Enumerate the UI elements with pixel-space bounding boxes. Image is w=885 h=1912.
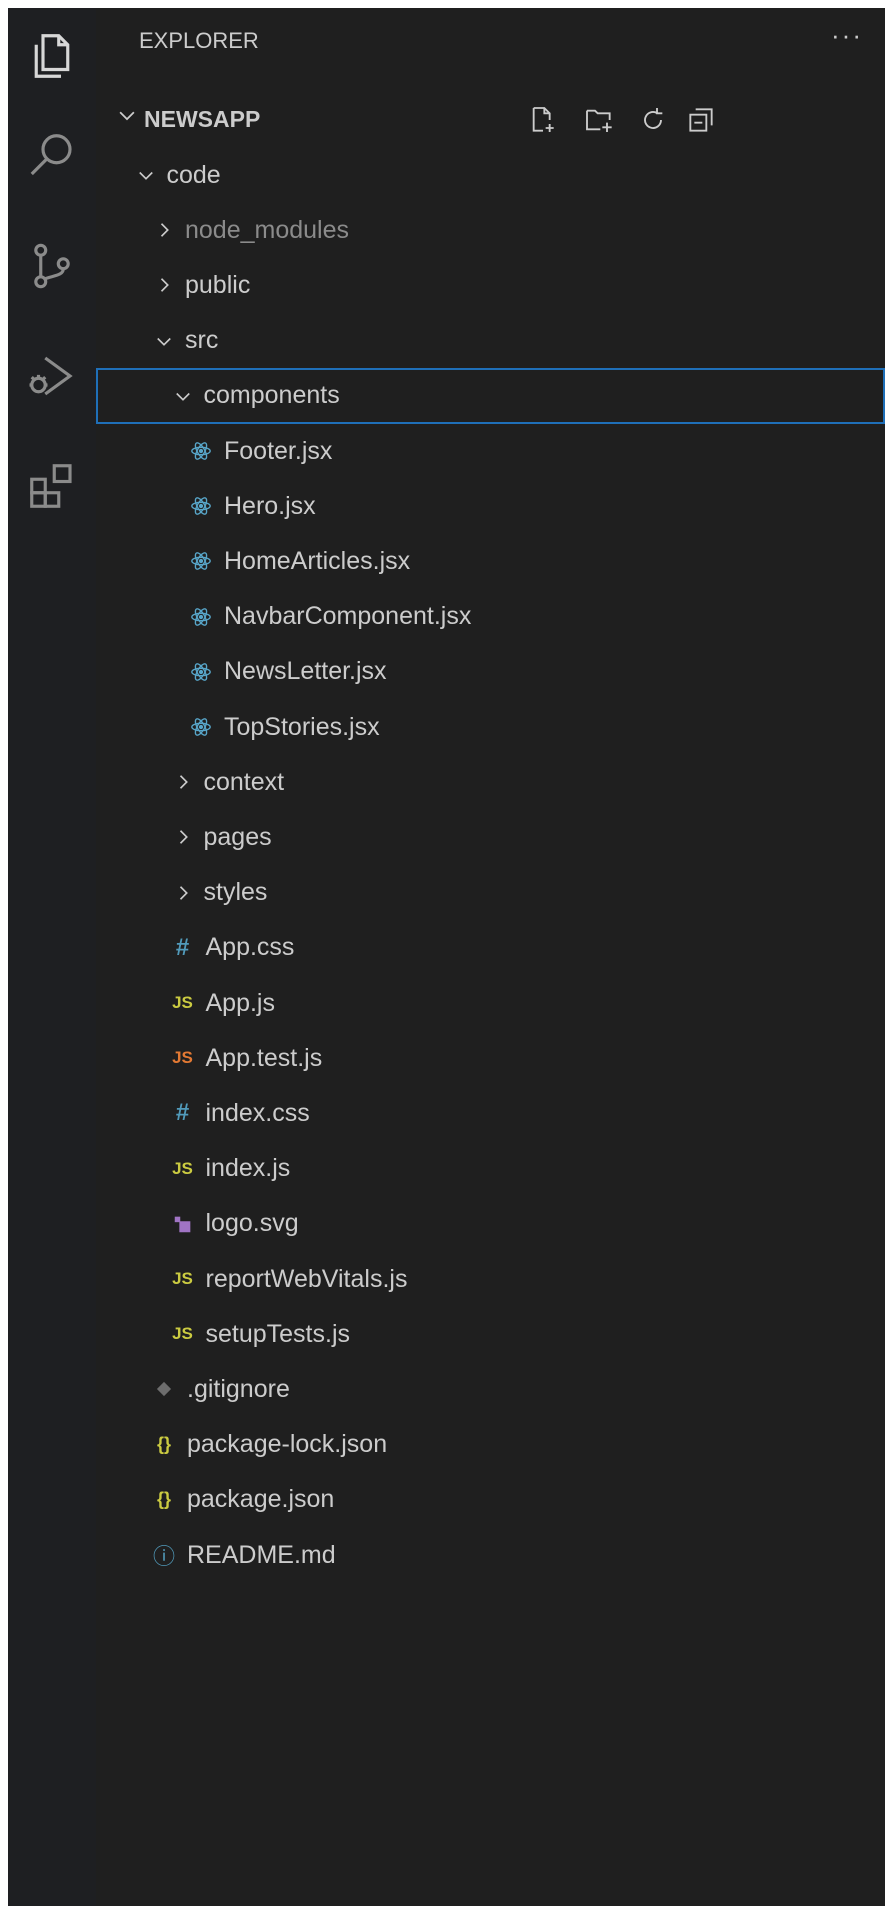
tree-item-label: package-lock.json [187, 1430, 388, 1459]
css-file-icon: # [175, 933, 190, 961]
tree-item-label: Hero.jsx [224, 491, 316, 520]
collapse-all-icon[interactable] [681, 100, 721, 140]
tree-item-label: index.js [205, 1154, 291, 1183]
tree-item-label: App.test.js [205, 1043, 323, 1072]
chevron-down-icon [135, 164, 157, 186]
vscode-window: EXPLORER ··· NEWSAPP code node_modulespub… [8, 8, 885, 1906]
file-row[interactable]: HomeArticles.jsx [96, 533, 885, 589]
file-row[interactable]: JS reportWebVitals.js [96, 1251, 885, 1307]
new-file-icon[interactable] [523, 100, 563, 140]
file-row[interactable]: NewsLetter.jsx [96, 644, 885, 700]
tree-item-label: App.js [205, 988, 275, 1017]
file-row[interactable]: JS setupTests.js [96, 1306, 885, 1362]
file-row[interactable]: {} package.json [96, 1472, 885, 1528]
react-file-icon [190, 495, 212, 517]
js-file-icon: JS [172, 1269, 193, 1288]
workspace-title: NEWSAPP [144, 106, 261, 132]
file-row[interactable]: NavbarComponent.jsx [96, 589, 885, 645]
js-file-icon: JS [172, 1324, 193, 1344]
files-icon[interactable] [8, 12, 96, 100]
file-row[interactable]: logo.svg [96, 1196, 885, 1252]
file-row[interactable]: # index.css [96, 1085, 885, 1141]
new-folder-icon[interactable] [579, 100, 619, 140]
tree-item-label: NewsLetter.jsx [224, 657, 387, 686]
js-file-icon: JS [172, 993, 193, 1012]
tree-item-label: NavbarComponent.jsx [224, 602, 472, 631]
tree-item-label: .gitignore [187, 1374, 290, 1403]
folder-row[interactable]: code [96, 147, 885, 203]
tree-item-label: App.css [205, 933, 295, 962]
git-file-icon [153, 1379, 175, 1399]
extensions-icon[interactable] [8, 442, 96, 530]
tree-item-label: setupTests.js [205, 1319, 351, 1348]
refresh-icon[interactable] [633, 100, 673, 140]
tree-item-label: README.md [187, 1540, 336, 1569]
file-row[interactable]: Hero.jsx [96, 478, 885, 534]
tree-item-label: HomeArticles.jsx [224, 546, 411, 575]
tree-item-label: code [166, 160, 221, 189]
react-file-icon [190, 440, 212, 462]
file-row[interactable]: TopStories.jsx [96, 699, 885, 755]
tree-item-label: reportWebVitals.js [205, 1264, 408, 1293]
chevron-right-icon [153, 274, 175, 296]
source-control-icon[interactable] [8, 222, 96, 310]
explorer-title: EXPLORER [139, 28, 259, 53]
json-file-icon: {} [156, 1434, 171, 1455]
css-file-icon: # [175, 1099, 190, 1127]
folder-row[interactable]: styles [96, 865, 885, 921]
folder-row[interactable]: src [96, 313, 885, 369]
react-file-icon [190, 606, 212, 628]
tree-item-label: src [185, 326, 219, 355]
react-file-icon [190, 716, 212, 738]
chevron-down-icon [172, 385, 194, 407]
folder-row[interactable]: node_modules [96, 202, 885, 258]
workspace-section-header[interactable]: NEWSAPP [96, 92, 885, 146]
search-icon[interactable] [8, 112, 96, 200]
folder-row[interactable]: public [96, 257, 885, 313]
activity-bar [8, 8, 96, 1906]
folder-row[interactable]: pages [96, 809, 885, 865]
file-row[interactable]: JS App.test.js [96, 1030, 885, 1086]
chevron-right-icon [172, 771, 194, 793]
file-row[interactable]: JS index.js [96, 1141, 885, 1197]
file-row[interactable]: {} package-lock.json [96, 1417, 885, 1473]
tree-item-label: node_modules [185, 215, 350, 244]
tree-item-label: components [203, 381, 340, 410]
file-row[interactable]: JS App.js [96, 975, 885, 1031]
json-file-icon: {} [156, 1489, 171, 1510]
tree-item-label: package.json [187, 1485, 335, 1514]
tree-item-label: logo.svg [205, 1209, 299, 1238]
file-row[interactable]: # App.css [96, 920, 885, 976]
file-row[interactable]: .gitignore [96, 1361, 885, 1417]
folder-row[interactable]: context [96, 754, 885, 810]
tree-item-label: TopStories.jsx [224, 712, 380, 741]
js-test-file-icon: JS [172, 1048, 193, 1068]
tree-item-label: context [203, 767, 285, 796]
folder-row[interactable]: components [96, 367, 885, 424]
chevron-right-icon [153, 219, 175, 241]
tree-item-label: index.css [205, 1098, 310, 1127]
react-file-icon [190, 550, 212, 572]
svg-file-icon [172, 1213, 194, 1235]
js-file-icon: JS [172, 1158, 193, 1178]
tree-item-label: public [185, 270, 251, 299]
chevron-right-icon [172, 882, 194, 904]
react-file-icon [190, 661, 212, 683]
more-actions-button[interactable]: ··· [831, 20, 863, 51]
explorer-sidebar: EXPLORER ··· NEWSAPP code node_modulespub… [96, 8, 885, 1906]
file-row[interactable]: ⓘ README.md [96, 1527, 885, 1583]
tree-item-label: pages [203, 822, 272, 851]
chevron-down-icon [153, 330, 175, 352]
chevron-down-icon [116, 104, 138, 131]
tree-item-label: styles [203, 878, 268, 907]
info-file-icon: ⓘ [153, 1544, 176, 1569]
chevron-right-icon [172, 826, 194, 848]
tree-item-label: Footer.jsx [224, 436, 333, 465]
file-row[interactable]: Footer.jsx [96, 423, 885, 479]
run-debug-icon[interactable] [8, 332, 96, 420]
